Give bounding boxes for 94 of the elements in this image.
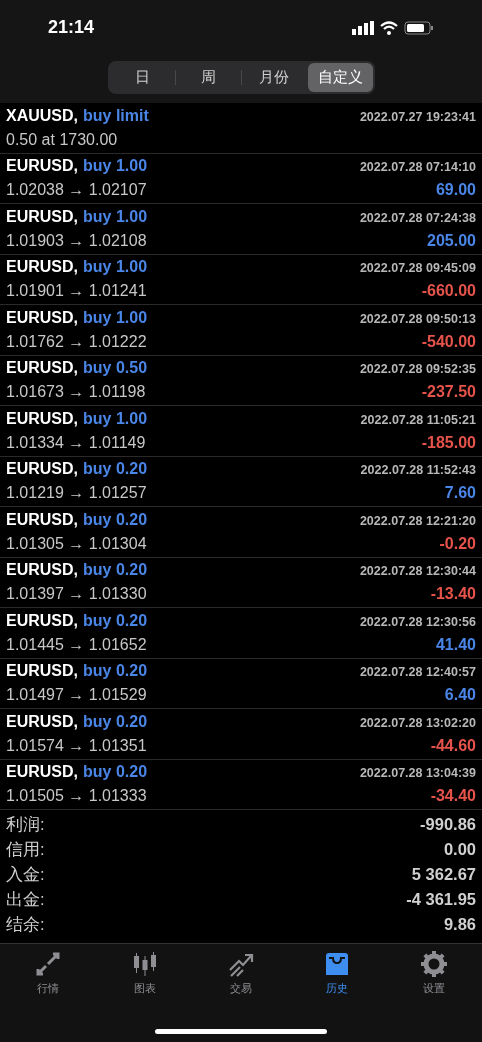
symbol: EURUSD, [6,408,78,429]
symbol: XAUUSD, [6,105,78,126]
symbol: EURUSD, [6,358,78,379]
order-type: buy 0.20 [83,509,148,530]
symbol: EURUSD, [6,509,78,530]
symbol: EURUSD, [6,661,78,682]
order-type: buy 1.00 [83,156,148,177]
price-detail: 1.01901 → 1.01241 [6,281,147,302]
summary-value: 9.86 [443,914,476,936]
profit-value: -34.40 [430,786,476,807]
price-detail: 1.01673 → 1.01198 [6,382,146,403]
deal-time: 2022.07.28 07:14:10 [359,159,476,177]
symbol: EURUSD, [6,610,78,631]
order-type: buy 0.20 [83,610,148,631]
period-tab[interactable]: 周 [175,63,241,92]
profit-value: -13.40 [430,584,476,605]
price-detail: 1.01334 → 1.01149 [6,432,146,453]
profit-value: -44.60 [430,735,476,756]
price-detail: 1.01445 → 1.01652 [6,634,147,655]
price-detail: 1.01397 → 1.01330 [6,584,147,605]
symbol: EURUSD, [6,711,78,732]
symbol: EURUSD, [6,307,78,328]
deal-time: 2022.07.28 13:02:20 [359,714,476,732]
order-type: buy 0.20 [83,560,148,581]
price-detail: 0.50 at 1730.00 [6,129,118,150]
tab-bar-item[interactable]: 设置 [385,950,482,997]
profit-value: 6.40 [444,685,476,706]
tab-bar-item[interactable]: 行情 [0,950,97,997]
order-type: buy 1.00 [83,257,148,278]
wifi-icon [380,20,398,35]
symbol: EURUSD, [6,560,78,581]
summary-label: 入金: [6,864,45,886]
tab-bar-item[interactable]: 历史 [289,950,386,997]
price-detail: 1.01505 → 1.01333 [6,786,147,807]
deal-time: 2022.07.28 07:24:38 [359,209,476,227]
price-detail: 1.02038 → 1.02107 [6,180,147,201]
profit-value: -660.00 [421,281,476,302]
deal-time: 2022.07.28 11:52:43 [360,462,476,480]
summary-label: 利润: [6,814,45,836]
period-tab[interactable]: 日 [109,63,175,92]
symbol: EURUSD, [6,156,78,177]
symbol: EURUSD, [6,257,78,278]
price-detail: 1.01574 → 1.01351 [6,735,147,756]
profit-value: 205.00 [427,230,476,251]
deal-time: 2022.07.28 11:05:21 [360,411,476,429]
summary-value: 5 362.67 [411,864,476,886]
deal-time: 2022.07.28 09:45:09 [359,260,476,278]
profit-value: 7.60 [444,483,476,504]
status-time: 21:14 [48,16,95,39]
period-tab[interactable]: 自定义 [307,63,373,92]
order-type: buy 0.20 [83,459,148,480]
order-type: buy 1.00 [83,408,148,429]
summary-value: -990.86 [420,814,476,836]
deal-time: 2022.07.28 12:21:20 [359,512,476,530]
price-detail: 1.01903 → 1.02108 [6,230,147,251]
settings-icon [419,950,448,978]
deal-time: 2022.07.28 12:30:56 [359,613,476,631]
period-tab[interactable]: 月份 [241,63,307,92]
price-detail: 1.01219 → 1.01257 [6,483,147,504]
profit-value: -540.00 [421,331,476,352]
profit-value: -185.00 [421,432,476,453]
summary-value: -4 361.95 [406,889,476,911]
profit-value: -237.50 [421,382,476,403]
arrows-icon [34,950,63,978]
order-type: buy limit [83,105,149,126]
summary-label: 结余: [6,914,45,936]
order-type: buy 1.00 [83,206,148,227]
battery-icon [404,20,434,35]
deal-time: 2022.07.28 09:52:35 [359,361,476,379]
tab-bar-item[interactable]: 交易 [192,950,290,997]
profit-value: 69.00 [435,180,476,201]
price-detail: 1.01305 → 1.01304 [6,533,147,554]
symbol: EURUSD, [6,206,78,227]
deal-time: 2022.07.27 19:23:41 [359,108,476,126]
signal-icon [352,20,374,35]
deal-time: 2022.07.28 12:40:57 [359,664,476,682]
order-type: buy 0.20 [83,661,148,682]
deal-time: 2022.07.28 09:50:13 [359,310,476,328]
profit-value: 41.40 [435,634,476,655]
summary-label: 信用: [6,839,45,861]
deal-time: 2022.07.28 12:30:44 [359,563,476,581]
order-type: buy 0.20 [83,711,148,732]
symbol: EURUSD, [6,459,78,480]
order-type: buy 0.20 [83,762,148,783]
deal-time: 2022.07.28 13:04:39 [359,765,476,783]
tab-bar-item[interactable]: 图表 [96,950,193,997]
price-detail: 1.01497 → 1.01529 [6,685,147,706]
order-type: buy 0.50 [83,358,148,379]
summary-value: 0.00 [443,839,476,861]
order-type: buy 1.00 [83,307,148,328]
symbol: EURUSD, [6,762,78,783]
price-detail: 1.01762 → 1.01222 [6,331,147,352]
summary-label: 出金: [6,889,45,911]
profit-value: -0.20 [439,533,476,554]
